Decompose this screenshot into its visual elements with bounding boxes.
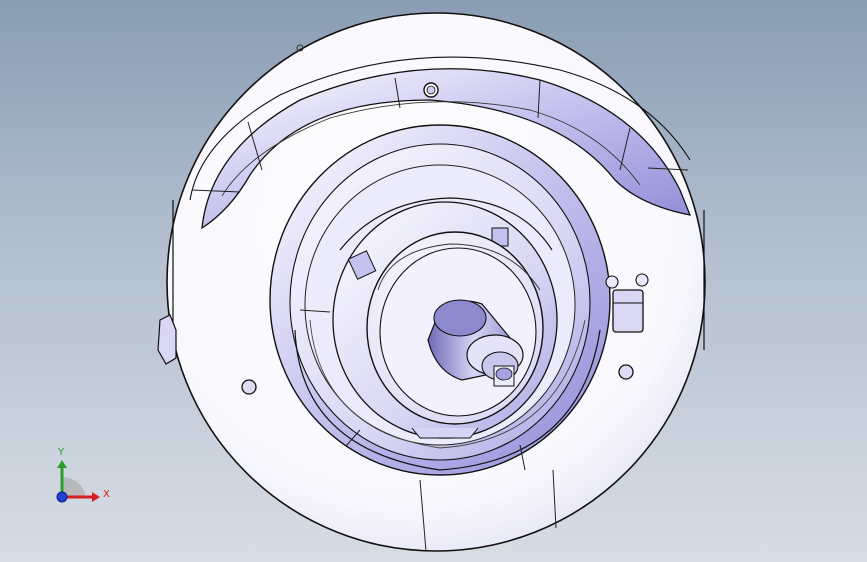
x-axis-label: X (103, 489, 110, 500)
hole-left (241, 379, 257, 395)
hex-nut-left (157, 314, 177, 365)
3d-model-viewport[interactable]: X Y (0, 0, 867, 562)
y-axis-label: Y (57, 447, 65, 458)
coordinate-triad: X Y (56, 447, 110, 503)
hole-right (618, 364, 634, 380)
z-axis-dot (56, 491, 68, 503)
